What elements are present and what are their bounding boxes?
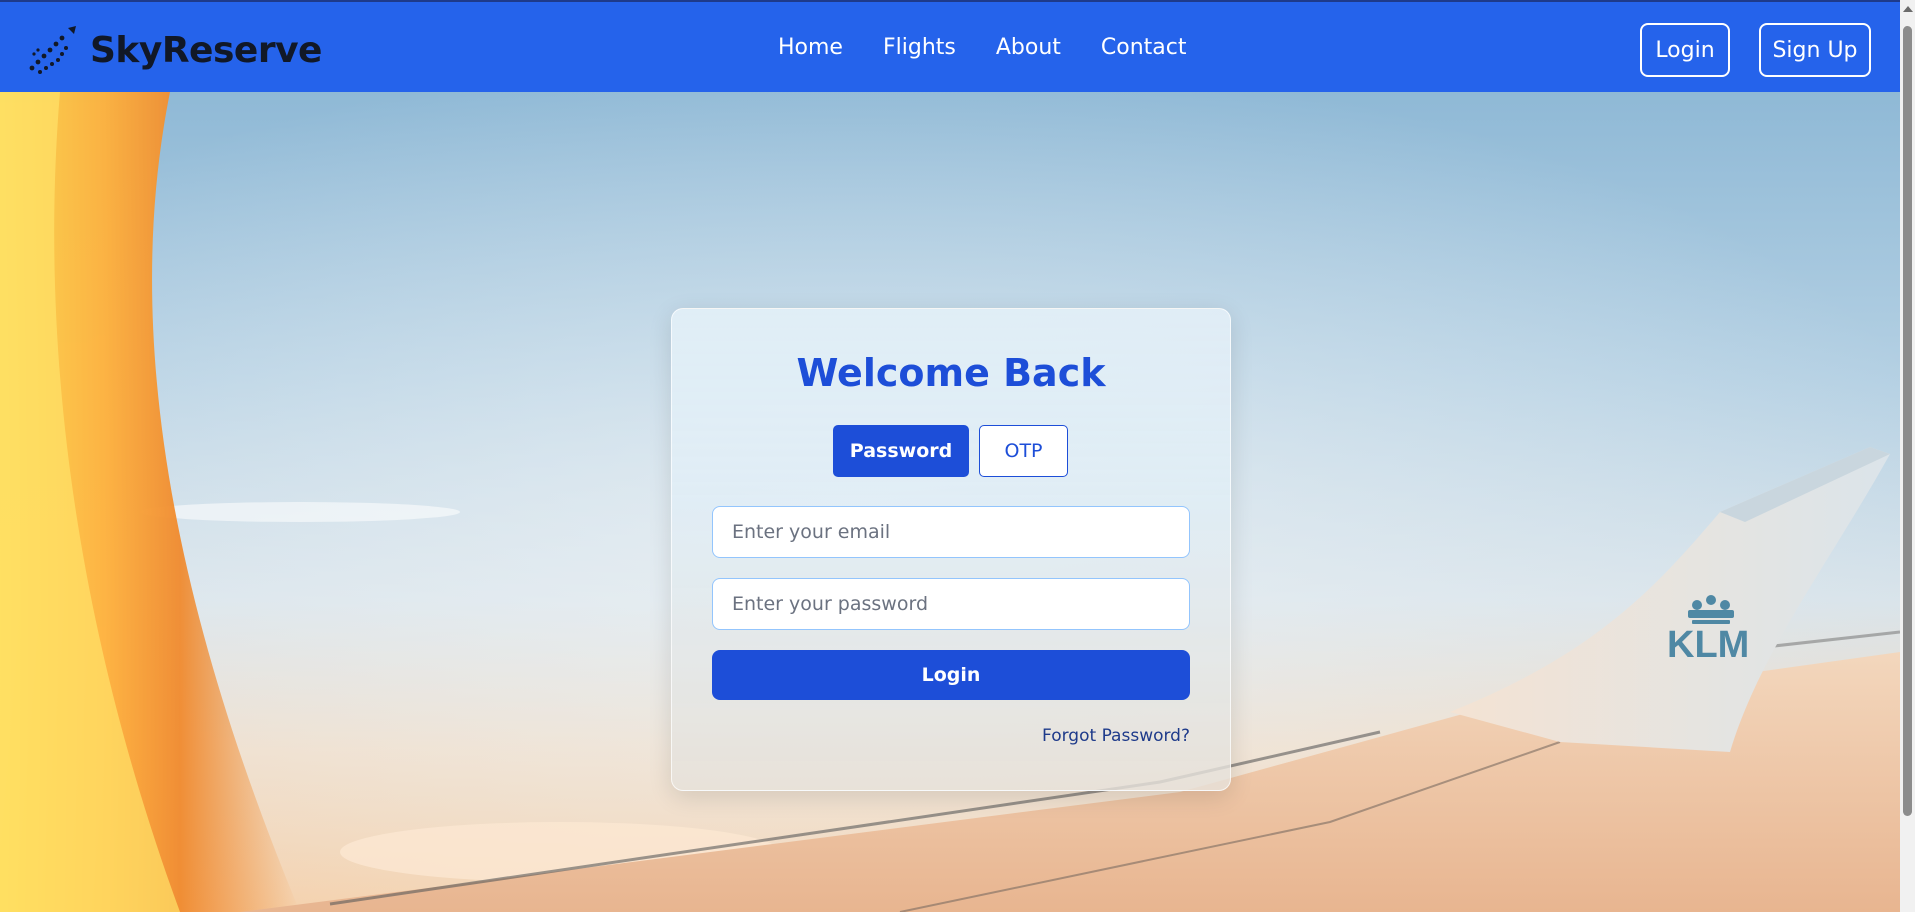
page: KLM SkyReserve Home Flights About Contac…: [0, 0, 1915, 912]
password-field[interactable]: [712, 578, 1190, 630]
airplane-trail-icon: [29, 26, 76, 74]
brand-name: SkyReserve: [90, 29, 322, 71]
nav-links: Home Flights About Contact: [778, 35, 1186, 60]
nav-link-contact[interactable]: Contact: [1101, 35, 1187, 60]
tab-otp[interactable]: OTP: [979, 425, 1068, 477]
nav-link-about[interactable]: About: [996, 35, 1061, 60]
brand[interactable]: SkyReserve: [28, 24, 322, 76]
email-field[interactable]: [712, 506, 1190, 558]
nav-link-home[interactable]: Home: [778, 35, 843, 60]
tab-password[interactable]: Password: [833, 425, 969, 477]
login-title: Welcome Back: [796, 351, 1106, 395]
nav-login-button[interactable]: Login: [1640, 23, 1730, 77]
scroll-up-arrow-icon[interactable]: [1903, 6, 1913, 12]
nav-signup-button[interactable]: Sign Up: [1759, 23, 1871, 77]
top-navbar: SkyReserve Home Flights About Contact Lo…: [0, 0, 1900, 92]
login-submit-button[interactable]: Login: [712, 650, 1190, 700]
page-scrollbar[interactable]: [1900, 0, 1915, 912]
login-method-toggle: Password OTP: [833, 425, 1068, 477]
forgot-password-link[interactable]: Forgot Password?: [1042, 726, 1190, 746]
klm-wing-text: KLM: [1667, 624, 1749, 666]
nav-link-flights[interactable]: Flights: [883, 35, 956, 60]
scrollbar-thumb[interactable]: [1903, 26, 1912, 816]
login-card: Welcome Back Password OTP Login Forgot P…: [671, 308, 1231, 791]
